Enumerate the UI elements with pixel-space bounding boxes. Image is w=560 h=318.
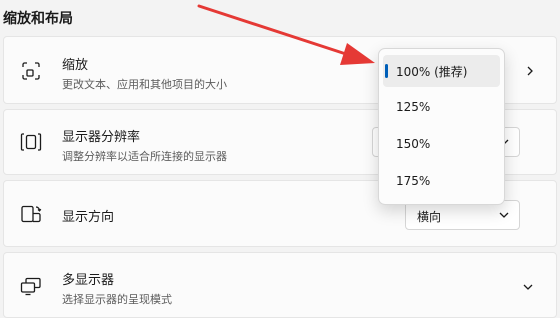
resolution-subtitle: 调整分辨率以适合所连接的显示器 [62, 150, 227, 163]
scale-option-125[interactable]: 125% [383, 92, 500, 124]
scale-option-label: 100% (推荐) [396, 65, 468, 79]
resolution-title: 显示器分辨率 [62, 130, 141, 145]
multi-display-icon [20, 275, 42, 297]
scale-icon [20, 60, 42, 82]
scale-subtitle: 更改文本、应用和其他项目的大小 [62, 78, 227, 91]
scale-option-label: 125% [396, 100, 431, 114]
chevron-down-icon [497, 208, 511, 222]
scale-option-label: 175% [396, 174, 431, 188]
chevron-right-icon [522, 63, 538, 79]
selection-indicator [385, 64, 388, 78]
scale-option-150[interactable]: 150% [383, 129, 500, 161]
orientation-title: 显示方向 [62, 210, 115, 225]
scale-option-100[interactable]: 100% (推荐) [383, 55, 500, 87]
orientation-value: 横向 [417, 210, 442, 224]
chevron-down-icon[interactable] [520, 279, 536, 295]
scale-option-175[interactable]: 175% [383, 166, 500, 198]
resolution-icon [20, 131, 42, 153]
scale-option-label: 150% [396, 137, 431, 151]
multi-display-subtitle: 选择显示器的呈现模式 [62, 293, 172, 306]
multi-display-title: 多显示器 [62, 273, 115, 288]
scale-title: 缩放 [62, 58, 89, 73]
multi-display-card[interactable]: 多显示器 选择显示器的呈现模式 [3, 252, 557, 318]
scale-dropdown: 100% (推荐) 125% 150% 175% [378, 48, 505, 205]
orientation-icon [20, 203, 42, 225]
section-title: 缩放和布局 [3, 11, 73, 27]
